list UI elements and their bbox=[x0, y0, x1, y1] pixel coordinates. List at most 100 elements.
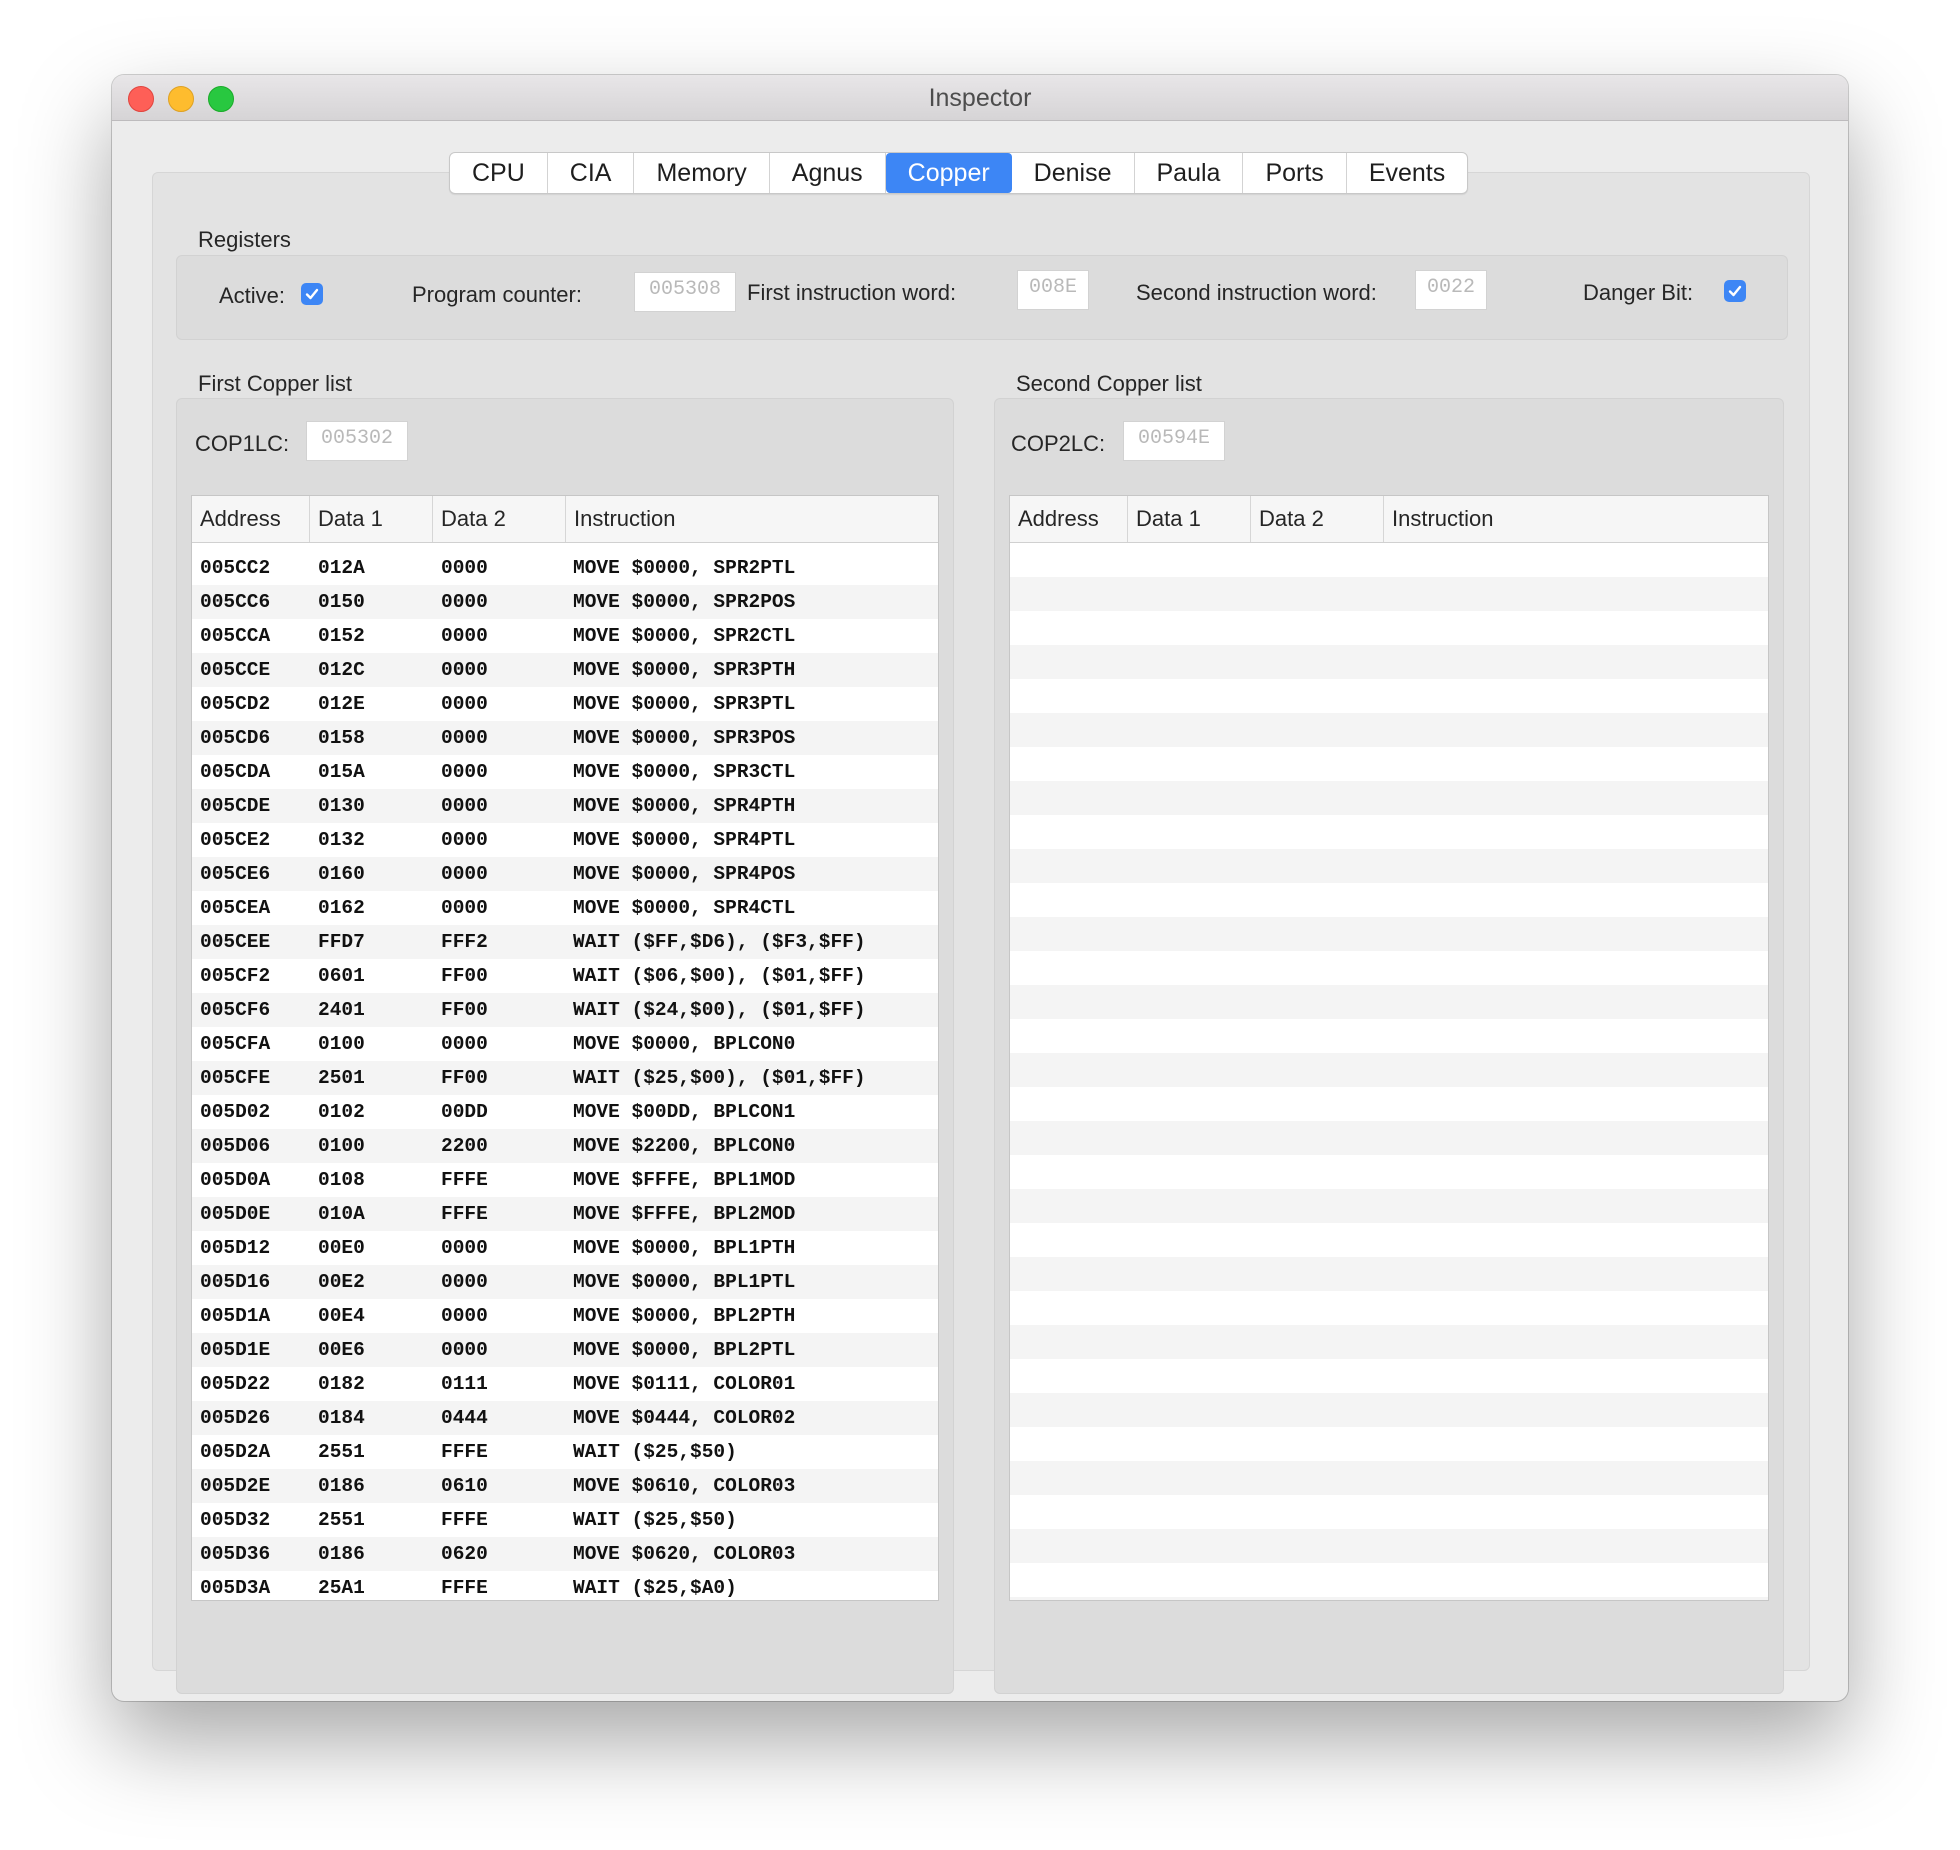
first-copper-list-table[interactable]: Address Data 1 Data 2 Instruction 005CC2… bbox=[191, 495, 939, 1601]
row-data1: 0160 bbox=[318, 863, 365, 885]
empty-row bbox=[1010, 1257, 1768, 1291]
row-data1: 0186 bbox=[318, 1543, 365, 1565]
tab-paula[interactable]: Paula bbox=[1135, 153, 1244, 193]
column-header-data1[interactable]: Data 1 bbox=[310, 496, 433, 542]
danger-bit-label: Danger Bit: bbox=[1583, 280, 1694, 305]
row-data2: 00DD bbox=[441, 1101, 488, 1123]
table-row[interactable]: 005D06 0100 2200 MOVE $2200, BPLCON0 bbox=[192, 1129, 938, 1163]
table-row[interactable]: 005D0A 0108 FFFE MOVE $FFFE, BPL1MOD bbox=[192, 1163, 938, 1197]
row-address: 005CDA bbox=[200, 761, 271, 783]
table-row[interactable]: 005D16 00E2 0000 MOVE $0000, BPL1PTL bbox=[192, 1265, 938, 1299]
table-row[interactable]: 005D3A 25A1 FFFE WAIT ($25,$A0) bbox=[192, 1571, 938, 1600]
column-header-data2[interactable]: Data 2 bbox=[1251, 496, 1384, 542]
row-instruction: MOVE $0000, SPR3CTL bbox=[573, 761, 796, 783]
row-data1: 00E0 bbox=[318, 1237, 365, 1259]
row-data1: 0132 bbox=[318, 829, 365, 851]
table-row[interactable]: 005D12 00E0 0000 MOVE $0000, BPL1PTH bbox=[192, 1231, 938, 1265]
table-row[interactable]: 005CFA 0100 0000 MOVE $0000, BPLCON0 bbox=[192, 1027, 938, 1061]
cop2lc-field[interactable]: 00594E bbox=[1123, 421, 1225, 461]
second-list-body bbox=[1010, 543, 1768, 1600]
program-counter-field[interactable]: 005308 bbox=[634, 272, 736, 312]
column-header-address[interactable]: Address bbox=[1010, 496, 1128, 542]
active-checkbox[interactable] bbox=[301, 283, 323, 305]
row-data1: 0152 bbox=[318, 625, 365, 647]
table-row[interactable]: 005CD2 012E 0000 MOVE $0000, SPR3PTL bbox=[192, 687, 938, 721]
table-row[interactable]: 005CE2 0132 0000 MOVE $0000, SPR4PTL bbox=[192, 823, 938, 857]
row-address: 005CDE bbox=[200, 795, 271, 817]
empty-row bbox=[1010, 1461, 1768, 1495]
tab-cpu[interactable]: CPU bbox=[450, 153, 548, 193]
row-address: 005D2E bbox=[200, 1475, 271, 1497]
row-data1: 015A bbox=[318, 761, 365, 783]
tab-denise[interactable]: Denise bbox=[1012, 153, 1135, 193]
second-copper-list-group: COP2LC: 00594E Address Data 1 Data 2 Ins… bbox=[994, 398, 1784, 1694]
table-row[interactable]: 005CCA 0152 0000 MOVE $0000, SPR2CTL bbox=[192, 619, 938, 653]
row-data1: 0162 bbox=[318, 897, 365, 919]
cop1lc-field[interactable]: 005302 bbox=[306, 421, 408, 461]
row-instruction: MOVE $0000, SPR4CTL bbox=[573, 897, 796, 919]
row-instruction: MOVE $0000, SPR4POS bbox=[573, 863, 796, 885]
row-instruction: MOVE $0620, COLOR03 bbox=[573, 1543, 796, 1565]
table-row[interactable]: 005D0E 010A FFFE MOVE $FFFE, BPL2MOD bbox=[192, 1197, 938, 1231]
table-row[interactable] bbox=[192, 543, 938, 551]
table-row[interactable]: 005CEA 0162 0000 MOVE $0000, SPR4CTL bbox=[192, 891, 938, 925]
row-address: 005D0E bbox=[200, 1203, 271, 1225]
second-instruction-word-field[interactable]: 0022 bbox=[1415, 270, 1487, 310]
table-row[interactable]: 005D1E 00E6 0000 MOVE $0000, BPL2PTL bbox=[192, 1333, 938, 1367]
table-row[interactable]: 005CEE FFD7 FFF2 WAIT ($FF,$D6), ($F3,$FF) bbox=[192, 925, 938, 959]
column-header-data2[interactable]: Data 2 bbox=[433, 496, 566, 542]
table-row[interactable]: 005D26 0184 0444 MOVE $0444, COLOR02 bbox=[192, 1401, 938, 1435]
column-header-data1[interactable]: Data 1 bbox=[1128, 496, 1251, 542]
row-address: 005D2A bbox=[200, 1441, 271, 1463]
table-row[interactable]: 005D2A 2551 FFFE WAIT ($25,$50) bbox=[192, 1435, 938, 1469]
danger-bit-checkbox[interactable] bbox=[1724, 280, 1746, 302]
table-row[interactable]: 005CCE 012C 0000 MOVE $0000, SPR3PTH bbox=[192, 653, 938, 687]
row-address: 005CE2 bbox=[200, 829, 271, 851]
table-row[interactable]: 005CDE 0130 0000 MOVE $0000, SPR4PTH bbox=[192, 789, 938, 823]
tab-ports[interactable]: Ports bbox=[1243, 153, 1347, 193]
table-row[interactable]: 005CDA 015A 0000 MOVE $0000, SPR3CTL bbox=[192, 755, 938, 789]
row-address: 005D3A bbox=[200, 1577, 271, 1599]
table-row[interactable]: 005D32 2551 FFFE WAIT ($25,$50) bbox=[192, 1503, 938, 1537]
row-data2: FF00 bbox=[441, 999, 488, 1021]
row-data2: 0000 bbox=[441, 795, 488, 817]
row-address: 005CEE bbox=[200, 931, 271, 953]
table-row[interactable]: 005CC6 0150 0000 MOVE $0000, SPR2POS bbox=[192, 585, 938, 619]
empty-row bbox=[1010, 1121, 1768, 1155]
row-address: 005D26 bbox=[200, 1407, 271, 1429]
row-data2: 0000 bbox=[441, 659, 488, 681]
table-row[interactable]: 005CF2 0601 FF00 WAIT ($06,$00), ($01,$FF) bbox=[192, 959, 938, 993]
table-row[interactable]: 005CF6 2401 FF00 WAIT ($24,$00), ($01,$FF) bbox=[192, 993, 938, 1027]
row-data1: FFD7 bbox=[318, 931, 365, 953]
table-row[interactable]: 005D02 0102 00DD MOVE $00DD, BPLCON1 bbox=[192, 1095, 938, 1129]
first-instruction-word-field[interactable]: 008E bbox=[1017, 270, 1089, 310]
table-row[interactable]: 005CE6 0160 0000 MOVE $0000, SPR4POS bbox=[192, 857, 938, 891]
second-copper-list-table[interactable]: Address Data 1 Data 2 Instruction bbox=[1009, 495, 1769, 1601]
empty-row bbox=[1010, 1529, 1768, 1563]
table-row[interactable]: 005D22 0182 0111 MOVE $0111, COLOR01 bbox=[192, 1367, 938, 1401]
tab-memory[interactable]: Memory bbox=[634, 153, 770, 193]
column-header-instruction[interactable]: Instruction bbox=[1384, 496, 1768, 542]
table-row[interactable]: 005D1A 00E4 0000 MOVE $0000, BPL2PTH bbox=[192, 1299, 938, 1333]
empty-row bbox=[1010, 577, 1768, 611]
tab-cia[interactable]: CIA bbox=[548, 153, 635, 193]
row-instruction: MOVE $0000, BPL1PTL bbox=[573, 1271, 796, 1293]
table-row[interactable]: 005CC2 012A 0000 MOVE $0000, SPR2PTL bbox=[192, 551, 938, 585]
table-row[interactable]: 005D2E 0186 0610 MOVE $0610, COLOR03 bbox=[192, 1469, 938, 1503]
registers-group: Active: Program counter: 005308 First in… bbox=[176, 255, 1788, 340]
row-data2: 0620 bbox=[441, 1543, 488, 1565]
table-row[interactable]: 005CD6 0158 0000 MOVE $0000, SPR3POS bbox=[192, 721, 938, 755]
row-instruction: MOVE $2200, BPLCON0 bbox=[573, 1135, 796, 1157]
tab-events[interactable]: Events bbox=[1347, 153, 1467, 193]
row-data1: 012A bbox=[318, 557, 365, 579]
column-header-address[interactable]: Address bbox=[192, 496, 310, 542]
row-instruction: WAIT ($25,$A0) bbox=[573, 1577, 737, 1599]
row-instruction: MOVE $0000, BPLCON0 bbox=[573, 1033, 796, 1055]
tab-copper[interactable]: Copper bbox=[885, 153, 1012, 193]
table-row[interactable]: 005D36 0186 0620 MOVE $0620, COLOR03 bbox=[192, 1537, 938, 1571]
column-header-instruction[interactable]: Instruction bbox=[566, 496, 938, 542]
tab-agnus[interactable]: Agnus bbox=[770, 153, 886, 193]
row-address: 005CC2 bbox=[200, 557, 271, 579]
empty-row bbox=[1010, 1495, 1768, 1529]
table-row[interactable]: 005CFE 2501 FF00 WAIT ($25,$00), ($01,$FF) bbox=[192, 1061, 938, 1095]
